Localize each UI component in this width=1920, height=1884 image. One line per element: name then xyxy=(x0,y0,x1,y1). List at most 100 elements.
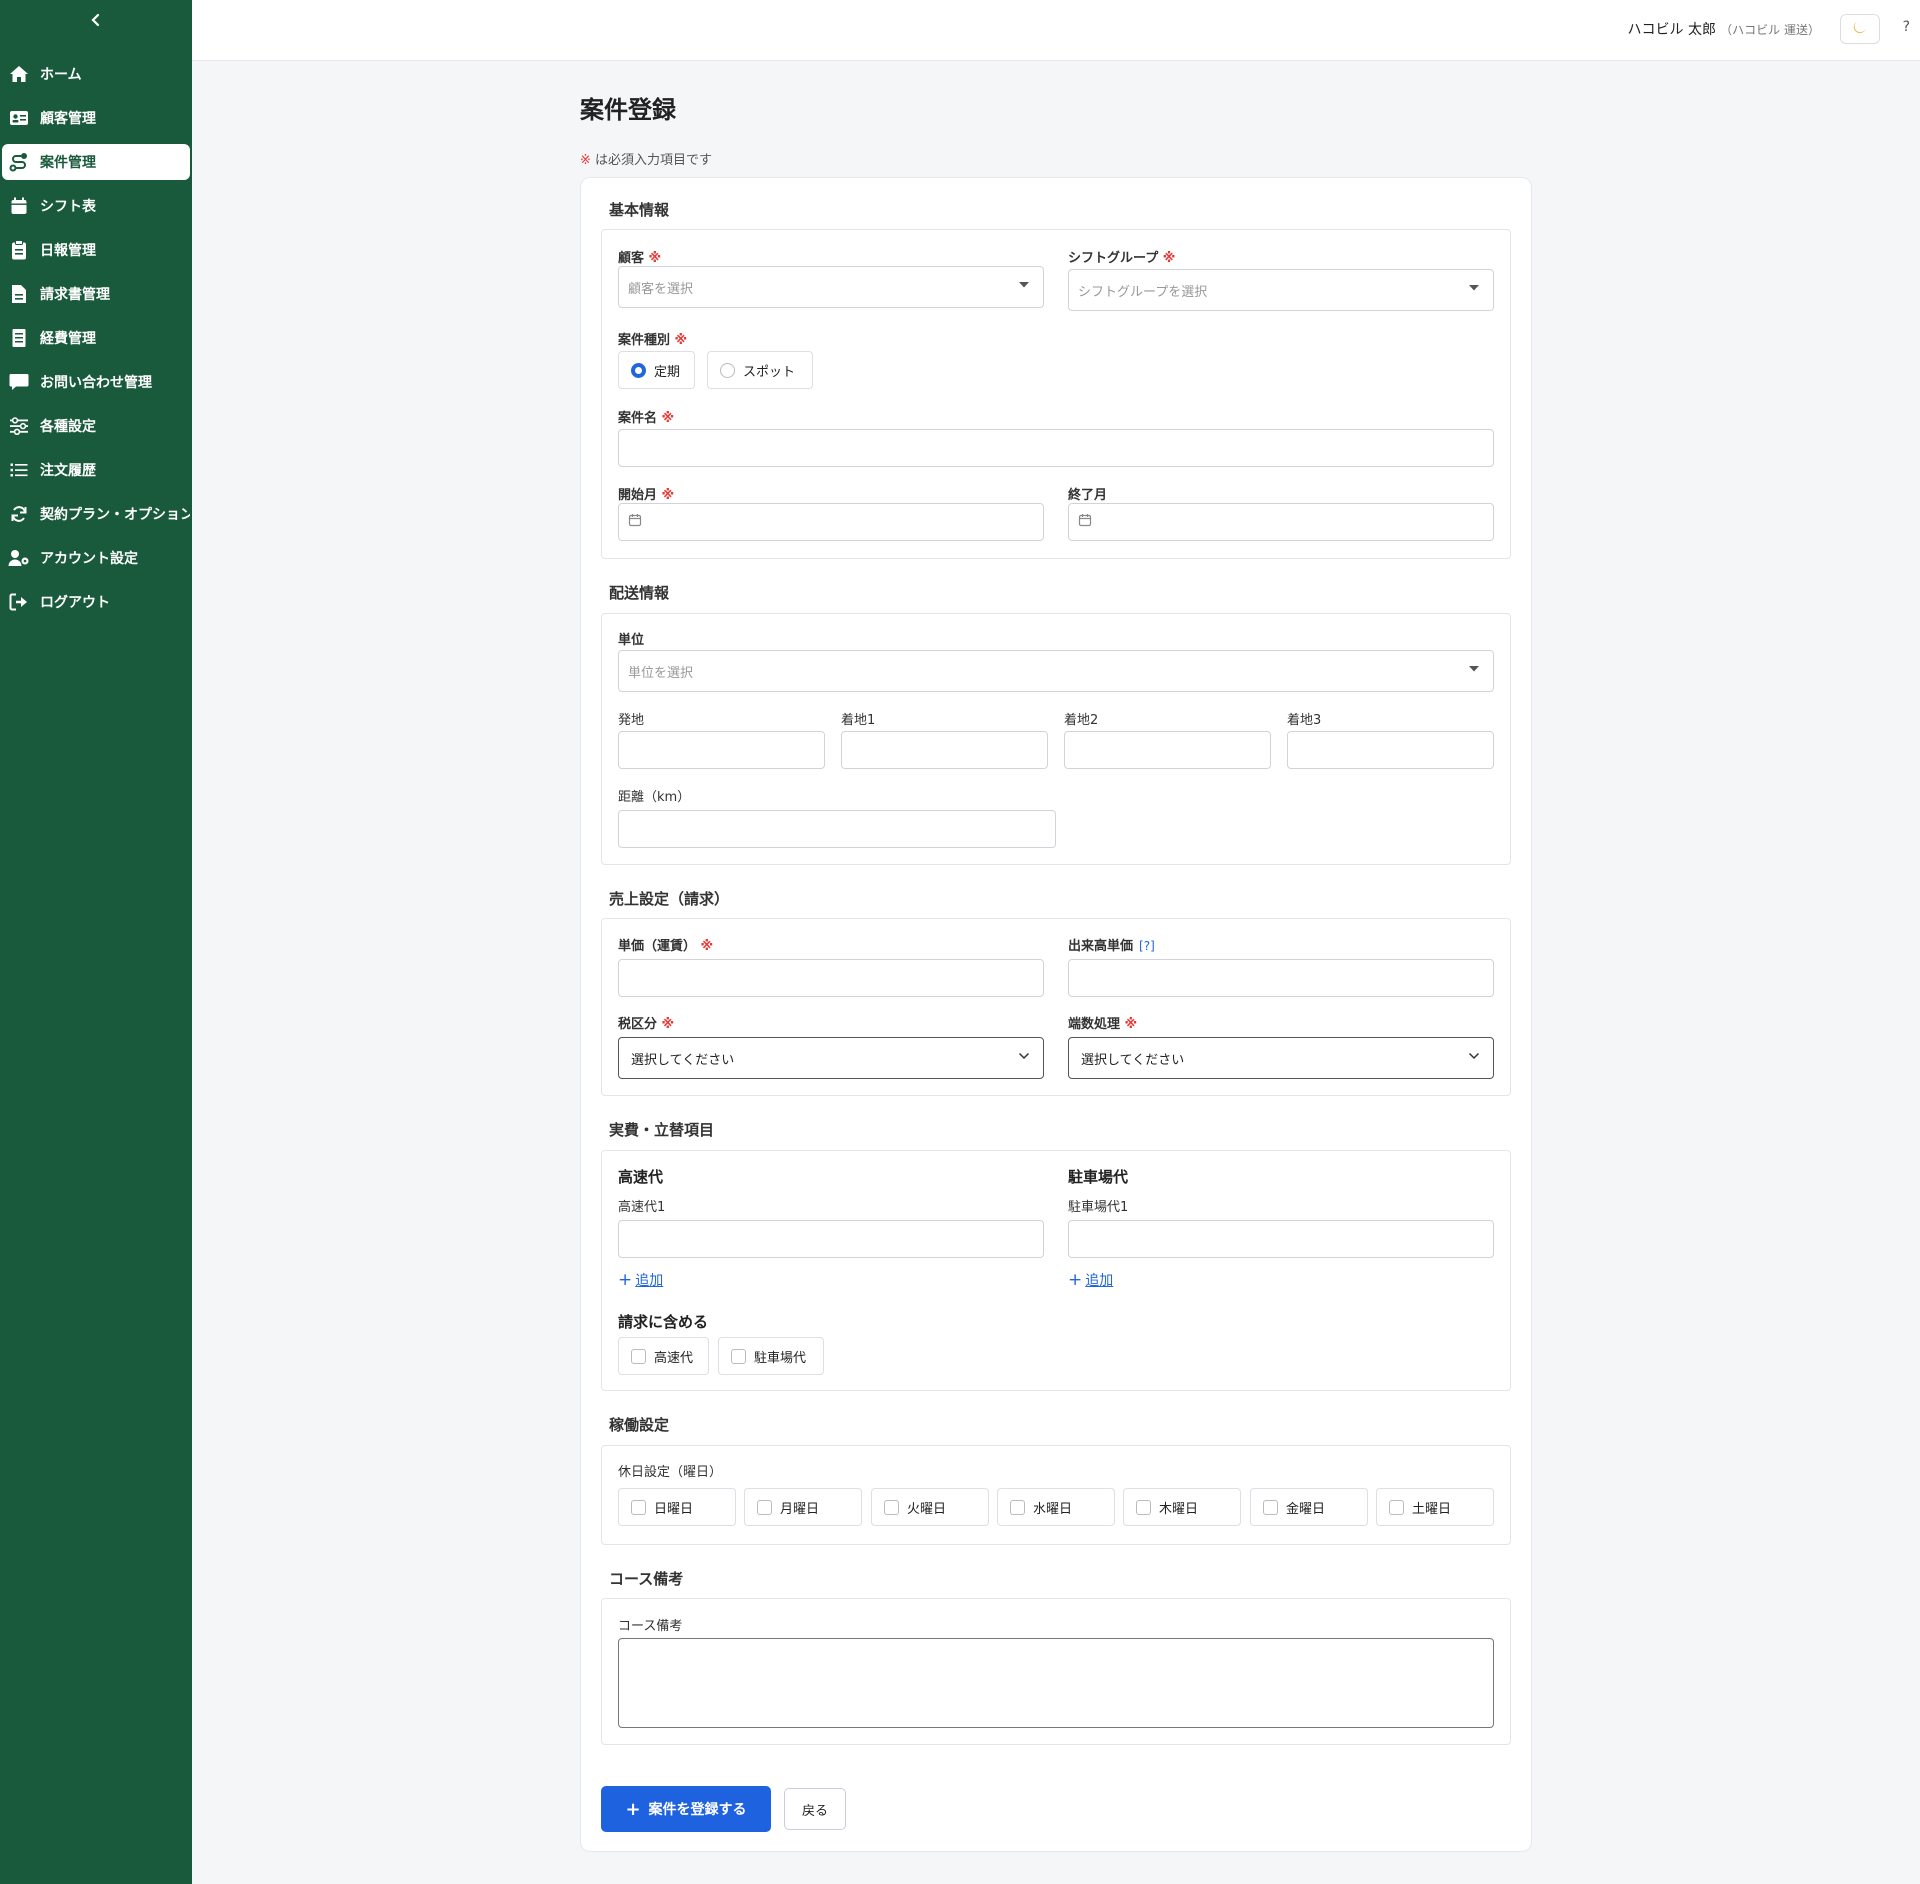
sidebar-item-label: アカウント設定 xyxy=(40,551,138,567)
checkbox-label: 駐車場代 xyxy=(754,1350,807,1366)
origin-label: 発地 xyxy=(618,713,645,728)
section-title-delivery: 配送情報 xyxy=(609,584,670,602)
sidebar-item-daily-report[interactable]: 日報管理 xyxy=(2,232,190,268)
piece-price-input[interactable] xyxy=(1068,959,1494,997)
holiday-wednesday-checkbox[interactable]: 水曜日 xyxy=(997,1488,1115,1526)
include-parking-checkbox[interactable]: 駐車場代 xyxy=(718,1337,824,1375)
checkbox-unchecked xyxy=(757,1499,772,1515)
project-name-input[interactable] xyxy=(618,429,1494,467)
destination1-input[interactable] xyxy=(841,731,1048,769)
top-bar: ハコビル 太郎 （ハコビル 運送） ? xyxy=(192,0,1920,61)
customer-select[interactable]: 顧客を選択 xyxy=(618,266,1044,308)
sidebar-item-label: 顧客管理 xyxy=(40,111,96,127)
distance-label: 距離（km） xyxy=(618,790,691,805)
unit-price-label-text: 単価（運賃） xyxy=(618,939,697,954)
sidebar-item-invoices[interactable]: 請求書管理 xyxy=(2,276,190,312)
piece-price-label: 出来高単価 [?] xyxy=(1068,935,1155,954)
type-option-regular[interactable]: 定期 xyxy=(618,351,695,389)
required-mark: ※ xyxy=(648,251,662,266)
include-highway-checkbox[interactable]: 高速代 xyxy=(618,1337,709,1375)
sidebar-item-label: 契約プラン・オプション xyxy=(40,507,190,523)
type-option-label: 定期 xyxy=(654,364,681,380)
origin-input[interactable] xyxy=(618,731,825,769)
plus-icon: + xyxy=(1068,1270,1083,1290)
customer-label-text: 顧客 xyxy=(618,251,645,266)
add-link-text: 追加 xyxy=(635,1273,664,1289)
radio-unchecked xyxy=(720,362,735,378)
calendar-icon xyxy=(8,195,30,217)
checkbox-unchecked xyxy=(1263,1499,1278,1515)
holiday-label: 休日設定（曜日） xyxy=(618,1465,723,1480)
sidebar-item-inquiries[interactable]: お問い合わせ管理 xyxy=(2,364,190,400)
required-mark: ※ xyxy=(1124,1017,1138,1032)
end-month-label: 終了月 xyxy=(1068,488,1108,503)
sidebar-item-account[interactable]: アカウント設定 xyxy=(2,540,190,576)
receipt-icon xyxy=(8,327,30,349)
back-button[interactable]: 戻る xyxy=(784,1788,846,1830)
customer-label: 顧客 ※ xyxy=(618,247,661,266)
refresh-icon xyxy=(8,503,30,525)
sidebar-item-plan[interactable]: 契約プラン・オプション xyxy=(2,496,190,532)
rounding-select[interactable]: 選択してください xyxy=(1068,1037,1494,1079)
sidebar-item-logout[interactable]: ログアウト xyxy=(2,584,190,620)
sidebar-item-home[interactable]: ホーム xyxy=(2,56,190,92)
help-button[interactable]: ? xyxy=(1903,19,1910,35)
unit-price-input[interactable] xyxy=(618,959,1044,997)
shift-group-select[interactable]: シフトグループを選択 xyxy=(1068,269,1494,311)
highway-input-1[interactable] xyxy=(618,1220,1044,1258)
home-icon xyxy=(8,63,30,85)
parking-input-1[interactable] xyxy=(1068,1220,1494,1258)
project-form-card: 基本情報 顧客 ※ 顧客を選択 シフトグループ ※ シフトグループを選択 案件種… xyxy=(580,177,1532,1852)
holiday-saturday-checkbox[interactable]: 土曜日 xyxy=(1376,1488,1494,1526)
distance-input[interactable] xyxy=(618,810,1056,848)
destination2-label: 着地2 xyxy=(1064,713,1099,728)
document-icon xyxy=(8,283,30,305)
section-title-basic: 基本情報 xyxy=(609,201,670,219)
sidebar-item-shift[interactable]: シフト表 xyxy=(2,188,190,224)
checkbox-label: 高速代 xyxy=(654,1350,694,1366)
calendar-icon xyxy=(1078,513,1092,531)
holiday-sunday-checkbox[interactable]: 日曜日 xyxy=(618,1488,736,1526)
start-month-input[interactable] xyxy=(618,503,1044,541)
tax-category-label-text: 税区分 xyxy=(618,1017,658,1032)
unit-select-placeholder: 単位を選択 xyxy=(628,665,694,681)
register-project-button[interactable]: + 案件を登録する xyxy=(601,1786,771,1832)
rounding-label-text: 端数処理 xyxy=(1068,1017,1121,1032)
holiday-tuesday-checkbox[interactable]: 火曜日 xyxy=(871,1488,989,1526)
user-gear-icon xyxy=(8,547,30,569)
checkbox-label: 水曜日 xyxy=(1033,1501,1073,1517)
add-parking-link[interactable]: + 追加 xyxy=(1068,1270,1113,1290)
theme-toggle-button[interactable] xyxy=(1840,14,1880,44)
tax-category-select[interactable]: 選択してください xyxy=(618,1037,1044,1079)
parking-heading: 駐車場代 xyxy=(1068,1168,1129,1186)
holiday-thursday-checkbox[interactable]: 木曜日 xyxy=(1123,1488,1241,1526)
end-month-input[interactable] xyxy=(1068,503,1494,541)
sidebar-item-label: お問い合わせ管理 xyxy=(40,375,152,391)
sidebar-item-expenses[interactable]: 経費管理 xyxy=(2,320,190,356)
sidebar-item-customers[interactable]: 顧客管理 xyxy=(2,100,190,136)
checkbox-label: 火曜日 xyxy=(907,1501,947,1517)
sidebar-item-projects[interactable]: 案件管理 xyxy=(2,144,190,180)
sidebar-item-settings[interactable]: 各種設定 xyxy=(2,408,190,444)
project-type-label-text: 案件種別 xyxy=(618,333,671,348)
required-note: ※ は必須入力項目です xyxy=(580,149,712,168)
type-option-spot[interactable]: スポット xyxy=(707,351,813,389)
checkbox-unchecked xyxy=(631,1499,646,1515)
sidebar-item-label: シフト表 xyxy=(40,199,96,215)
unit-select[interactable]: 単位を選択 xyxy=(618,650,1494,692)
collapse-sidebar-icon[interactable] xyxy=(86,8,106,32)
calendar-icon xyxy=(628,513,642,531)
sidebar-item-label: ログアウト xyxy=(40,595,110,611)
holiday-monday-checkbox[interactable]: 月曜日 xyxy=(744,1488,862,1526)
sidebar-item-order-history[interactable]: 注文履歴 xyxy=(2,452,190,488)
piece-price-help-link[interactable]: [?] xyxy=(1139,939,1155,953)
add-highway-link[interactable]: + 追加 xyxy=(618,1270,663,1290)
course-notes-textarea[interactable] xyxy=(618,1638,1494,1728)
destination2-input[interactable] xyxy=(1064,731,1271,769)
sidebar-item-label: ホーム xyxy=(40,67,82,83)
destination3-input[interactable] xyxy=(1287,731,1494,769)
chat-icon xyxy=(8,371,30,393)
holiday-friday-checkbox[interactable]: 金曜日 xyxy=(1250,1488,1368,1526)
id-card-icon xyxy=(8,107,30,129)
shift-group-select-placeholder: シフトグループを選択 xyxy=(1078,284,1208,300)
